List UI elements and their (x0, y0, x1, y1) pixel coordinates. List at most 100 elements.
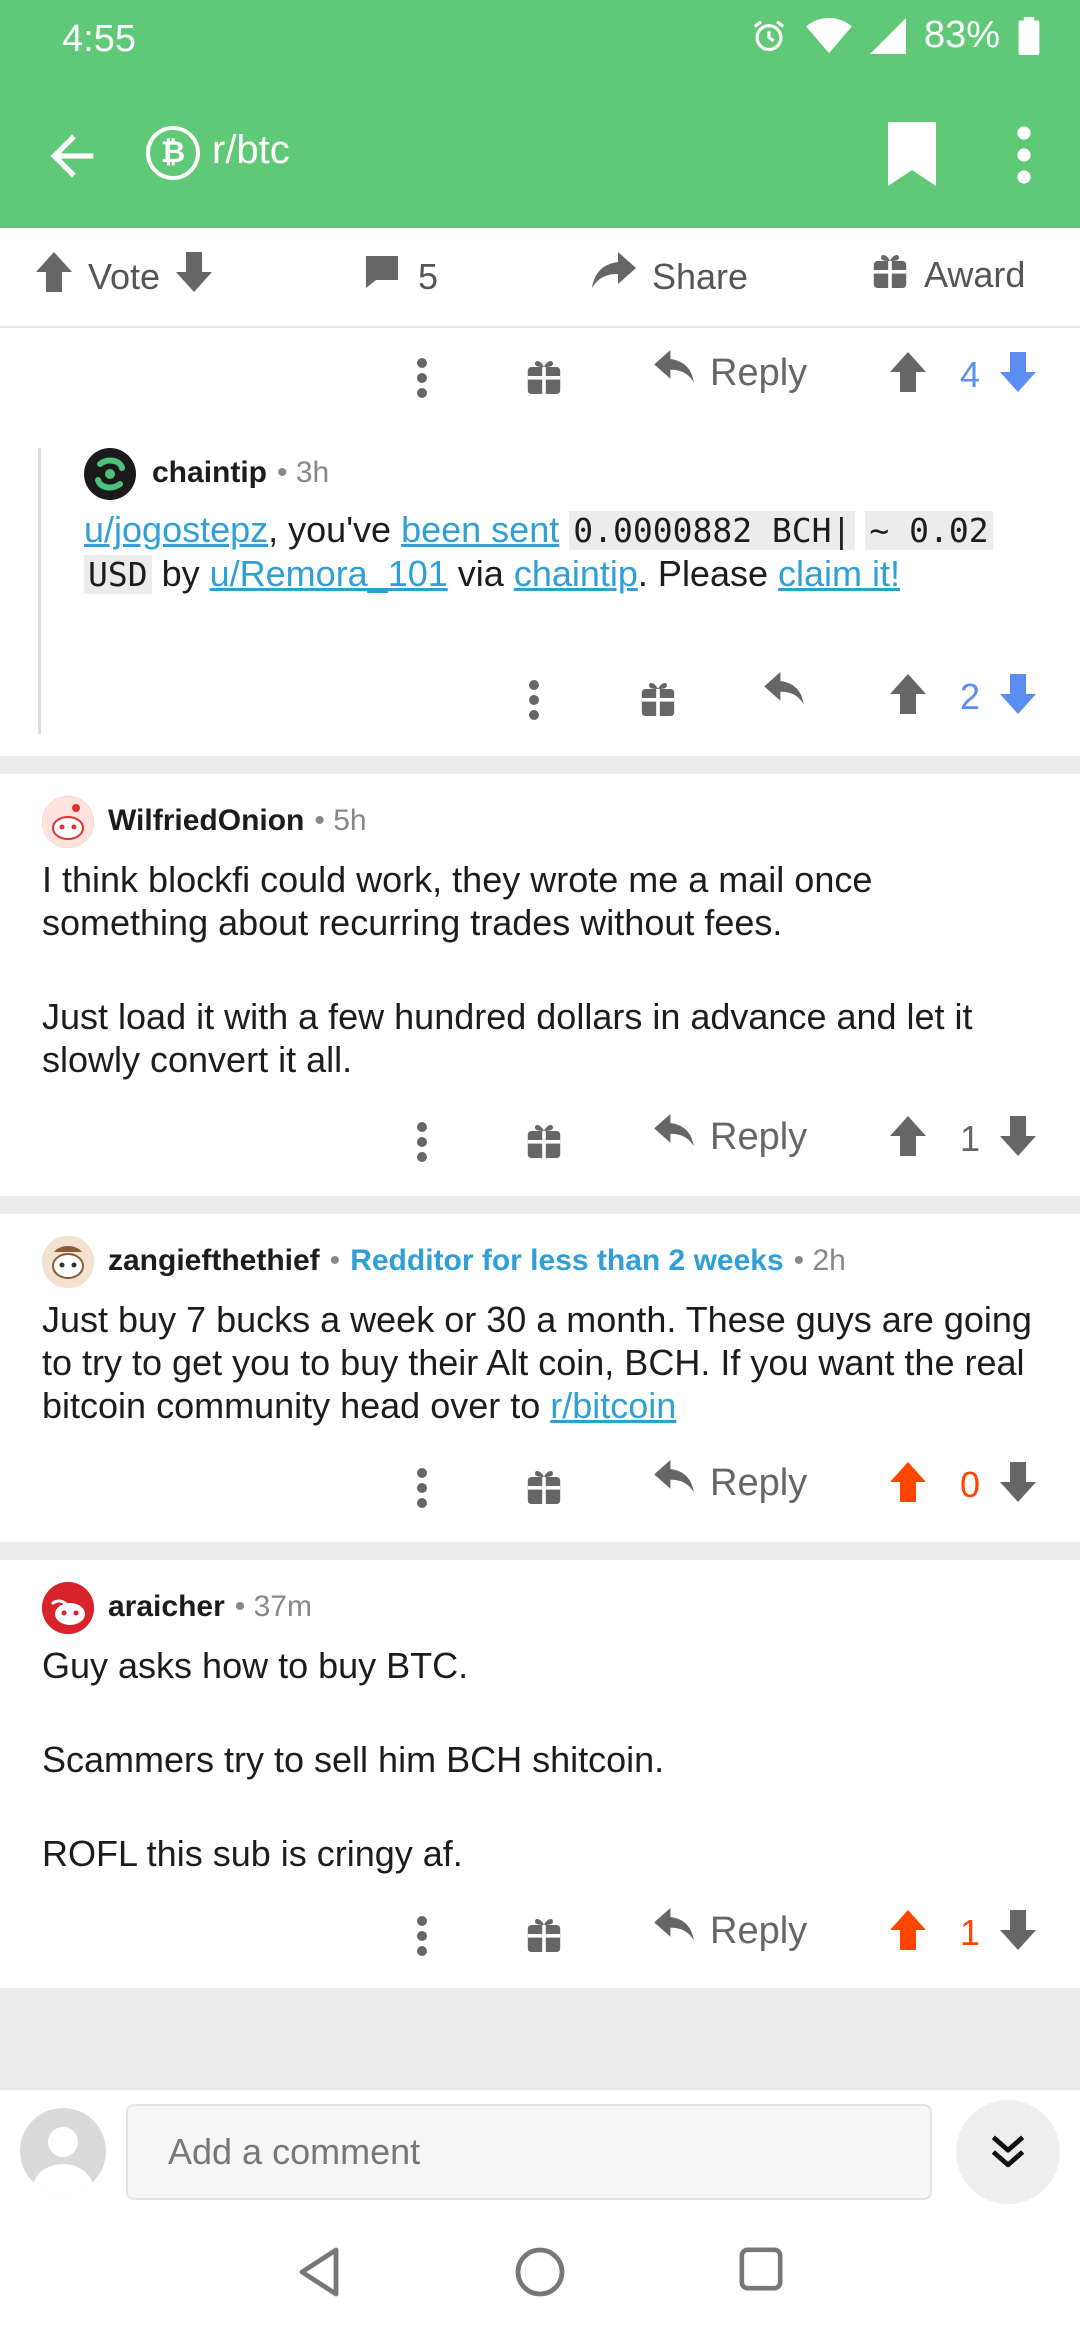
add-comment-input[interactable] (126, 2104, 932, 2200)
subreddit-name[interactable]: r/btc (212, 128, 290, 173)
comment-header: chaintip • 3h (152, 456, 329, 490)
usd-code-cont: USD (84, 555, 152, 594)
comment-paragraph: Just load it with a few hundred dollars … (42, 996, 973, 1080)
overflow-menu-icon[interactable] (1000, 122, 1048, 188)
user-flair: Redditor for less than 2 weeks (350, 1244, 784, 1277)
bitcoin-icon[interactable]: ₿ (146, 126, 200, 180)
comment-body: I think blockfi could work, they wrote m… (42, 858, 1042, 1081)
comment-score: 2 (959, 676, 981, 717)
more-options-icon[interactable] (404, 1112, 440, 1172)
comments-button[interactable]: 5 (362, 252, 438, 301)
comment-score: 4 (959, 354, 981, 395)
upvote-icon[interactable] (890, 352, 926, 392)
been-sent-link[interactable]: been sent (401, 509, 559, 550)
upvote-icon[interactable] (890, 1910, 926, 1950)
comment-bubble-icon (362, 252, 402, 301)
downvote-icon[interactable] (1000, 1462, 1036, 1502)
text-span: via (447, 553, 514, 594)
downvote-icon[interactable] (1000, 1116, 1036, 1156)
gift-icon[interactable] (526, 354, 570, 398)
share-icon (592, 252, 636, 301)
text-span: , you've (268, 509, 402, 550)
back-arrow-icon[interactable] (40, 124, 104, 188)
nav-back-icon[interactable] (296, 2246, 344, 2303)
gift-icon[interactable] (640, 676, 684, 720)
battery-icon (1018, 16, 1040, 55)
downvote-icon[interactable] (1000, 352, 1036, 392)
comment-count: 5 (418, 255, 439, 297)
reply-icon (654, 1114, 694, 1160)
downvote-icon[interactable] (176, 252, 213, 301)
reply-button[interactable]: Reply (654, 1460, 807, 1506)
gift-icon[interactable] (526, 1464, 570, 1508)
comment-separator (0, 756, 1080, 774)
reply-icon (654, 1908, 694, 1954)
comment-author[interactable]: zangiefthethief (108, 1244, 320, 1278)
comment-paragraph: ROFL this sub is cringy af. (42, 1833, 463, 1874)
end-of-thread-area (0, 1988, 1080, 2088)
comment-body: Guy asks how to buy BTC. Scammers try to… (42, 1644, 1042, 1875)
reply-icon (654, 350, 694, 396)
more-options-icon[interactable] (404, 348, 440, 408)
share-label: Share (652, 255, 749, 297)
comment-score: 0 (959, 1464, 981, 1505)
downvote-icon[interactable] (1000, 674, 1036, 714)
vote-label: Vote (88, 255, 161, 297)
comment-author[interactable]: araicher (108, 1590, 225, 1624)
gift-icon[interactable] (526, 1118, 570, 1162)
comment-action-row: Reply 1 (0, 1896, 1080, 1976)
reply-label: Reply (710, 351, 808, 394)
wifi-icon (806, 17, 852, 55)
upvote-icon[interactable] (890, 674, 926, 714)
downvote-icon[interactable] (1000, 1910, 1036, 1950)
comment-body: Just buy 7 bucks a week or 30 a month. T… (42, 1298, 1062, 1427)
claim-link[interactable]: claim it! (778, 553, 900, 594)
reply-label: Reply (710, 1909, 808, 1952)
amount-code: 0.0000882 BCH| (569, 511, 856, 550)
comment-paragraph: Guy asks how to buy BTC. (42, 1645, 469, 1686)
gift-icon (872, 252, 908, 297)
more-options-icon[interactable] (516, 670, 552, 730)
comment-author[interactable]: WilfriedOnion (108, 804, 304, 838)
sender-link[interactable]: u/Remora_101 (210, 553, 448, 594)
upvote-icon[interactable] (36, 252, 72, 301)
bookmark-icon[interactable] (884, 122, 940, 186)
more-options-icon[interactable] (404, 1906, 440, 1966)
user-avatar[interactable] (20, 2108, 106, 2194)
comment-time: • 3h (277, 456, 330, 489)
gift-icon[interactable] (526, 1912, 570, 1956)
nav-recents-icon[interactable] (738, 2246, 784, 2297)
comment-author[interactable]: chaintip (152, 456, 267, 490)
nav-home-icon[interactable] (514, 2246, 566, 2303)
reply-icon[interactable] (764, 672, 804, 708)
comment-score: 1 (959, 1912, 981, 1953)
comment-time: • 5h (314, 804, 367, 837)
chaintip-link[interactable]: chaintip (514, 553, 638, 594)
text-span: . Please (637, 553, 779, 594)
award-button[interactable]: Award (872, 252, 1025, 297)
toolbar: ₿ r/btc (0, 100, 1080, 210)
reply-button[interactable]: Reply (654, 350, 807, 396)
avatar[interactable] (42, 796, 94, 848)
avatar[interactable] (42, 1582, 94, 1634)
meta-separator: • (329, 1244, 341, 1277)
avatar[interactable] (42, 1236, 94, 1288)
reply-icon (654, 1460, 694, 1506)
collapse-icon[interactable] (956, 2100, 1060, 2204)
share-button[interactable]: Share (592, 252, 748, 301)
reply-label: Reply (710, 1115, 808, 1158)
comment-action-row: 2 (0, 660, 1080, 740)
upvote-icon[interactable] (890, 1116, 926, 1156)
add-comment-bar (0, 2088, 1080, 2218)
upvote-icon[interactable] (890, 1462, 926, 1502)
comment-header: zangiefthethief • Redditor for less than… (108, 1244, 846, 1278)
reply-label: Reply (710, 1461, 808, 1504)
more-options-icon[interactable] (404, 1458, 440, 1518)
reply-button[interactable]: Reply (654, 1908, 807, 1954)
user-link[interactable]: u/jogostepz (84, 509, 268, 550)
avatar[interactable] (84, 448, 136, 500)
subreddit-link[interactable]: r/bitcoin (550, 1385, 676, 1426)
reply-button[interactable]: Reply (654, 1114, 807, 1160)
status-time: 4:55 (62, 18, 136, 60)
comment-separator (0, 1542, 1080, 1560)
